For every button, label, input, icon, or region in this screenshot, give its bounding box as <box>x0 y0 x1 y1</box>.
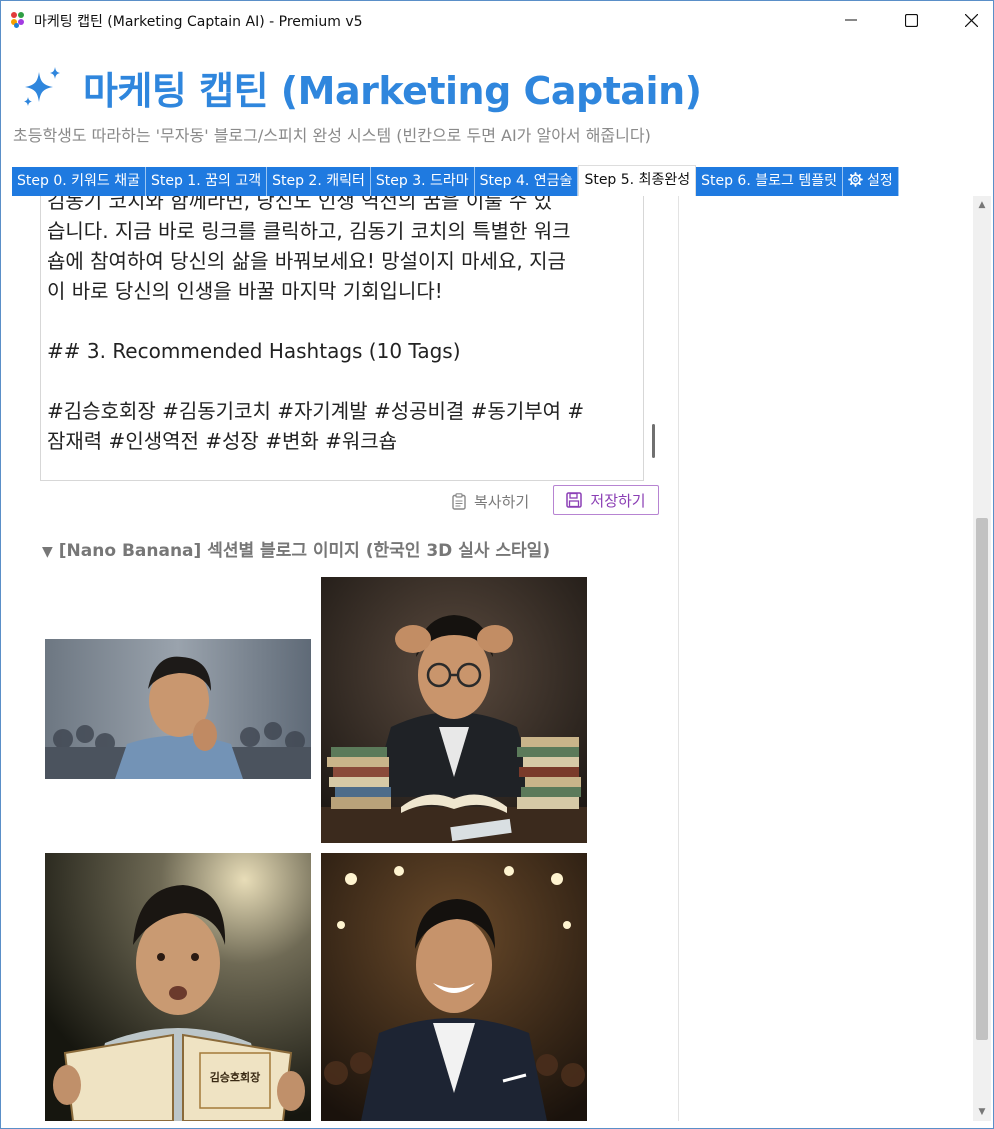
close-icon <box>964 13 978 27</box>
app-header: 마케팅 캡틴 (Marketing Captain) <box>19 59 702 115</box>
copy-button[interactable]: 복사하기 <box>452 486 529 516</box>
tab-step-0[interactable]: Step 0. 키워드 채굴 <box>12 167 146 196</box>
blog-image-4 <box>321 853 587 1121</box>
hashtag-line: #김승호회장 #김동기코치 #자기계발 #성공비결 #동기부여 # <box>47 399 585 423</box>
tab-step-5[interactable]: Step 5. 최종완성 <box>578 165 697 196</box>
clipboard-icon <box>452 492 466 510</box>
result-line: 이 바로 당신의 인생을 바꿀 마지막 기회입니다! <box>47 279 443 303</box>
image-section-toggle[interactable]: ▼ [Nano Banana] 섹션별 블로그 이미지 (한국인 3D 실사 스타… <box>42 536 550 561</box>
app-window: 마케팅 캡틴 (Marketing Captain AI) - Premium … <box>0 0 994 1129</box>
blog-image-2 <box>321 577 587 843</box>
hashtag-heading: ## 3. Recommended Hashtags (10 Tags) <box>47 339 461 363</box>
gear-icon <box>848 172 863 187</box>
hashtag-line: 잠재력 #인생역전 #성장 #변화 #워크숍 <box>47 429 398 453</box>
blog-image-1 <box>45 639 311 779</box>
collapse-triangle-icon: ▼ <box>42 544 53 560</box>
maximize-button[interactable] <box>881 1 941 39</box>
floppy-disk-icon <box>566 492 583 508</box>
textarea-scrollbar[interactable] <box>643 196 644 480</box>
step-tabs: Step 0. 키워드 채굴 Step 1. 꿈의 고객 Step 2. 캐릭터… <box>12 165 899 196</box>
scroll-up-arrow-icon[interactable]: ▲ <box>977 200 987 210</box>
scroll-down-arrow-icon[interactable]: ▼ <box>977 1107 987 1117</box>
app-title: 마케팅 캡틴 (Marketing Captain) <box>83 68 702 113</box>
tab-step-4[interactable]: Step 4. 연금술 <box>474 167 579 196</box>
result-textarea[interactable]: 김동기 코치와 함께라면, 당신도 인생 역전의 꿈을 이룰 수 있 습니다. … <box>40 196 644 481</box>
tab-step-2[interactable]: Step 2. 캐릭터 <box>267 167 371 196</box>
save-button[interactable]: 저장하기 <box>553 485 659 515</box>
sparkles-icon <box>24 67 60 106</box>
main-scroll-thumb[interactable] <box>976 518 988 1040</box>
title-bar[interactable]: 마케팅 캡틴 (Marketing Captain AI) - Premium … <box>1 1 993 39</box>
book-title-text: 김승호회장 <box>210 1070 261 1084</box>
step5-content[interactable]: 김동기 코치와 함께라면, 당신도 인생 역전의 꿈을 이룰 수 있 습니다. … <box>12 196 679 1121</box>
main-scrollbar[interactable]: ▲ ▼ <box>973 196 991 1121</box>
tab-settings-label: 설정 <box>866 173 893 189</box>
app-logo-icon <box>11 12 27 28</box>
app-subtitle: 초등학생도 따라하는 '무자동' 블로그/스피치 완성 시스템 (빈칸으로 두면… <box>13 126 651 145</box>
tab-step-1[interactable]: Step 1. 꿈의 고객 <box>145 167 268 196</box>
textarea-scroll-thumb[interactable] <box>652 424 655 458</box>
result-line-partial: 김동기 코치와 함께라면, 당신도 인생 역전의 꿈을 이룰 수 있 <box>47 196 553 213</box>
tab-step-3[interactable]: Step 3. 드라마 <box>370 167 475 196</box>
result-line: 숍에 참여하여 당신의 삶을 바꿔보세요! 망설이지 마세요, 지금 <box>47 249 566 273</box>
image-section-title: [Nano Banana] 섹션별 블로그 이미지 (한국인 3D 실사 스타일… <box>58 541 551 561</box>
save-button-label: 저장하기 <box>590 491 646 510</box>
minimize-button[interactable] <box>821 1 881 39</box>
close-button[interactable] <box>941 1 993 39</box>
maximize-icon <box>904 13 918 27</box>
minimize-icon <box>845 19 857 21</box>
blog-image-3: 김승호회장 <box>45 853 311 1121</box>
window-title: 마케팅 캡틴 (Marketing Captain AI) - Premium … <box>34 14 363 30</box>
result-line: 습니다. 지금 바로 링크를 클릭하고, 김동기 코치의 특별한 워크 <box>47 219 571 243</box>
copy-button-label: 복사하기 <box>474 492 530 511</box>
tab-step-6[interactable]: Step 6. 블로그 템플릿 <box>696 167 843 196</box>
tab-settings[interactable]: 설정 <box>842 167 899 196</box>
